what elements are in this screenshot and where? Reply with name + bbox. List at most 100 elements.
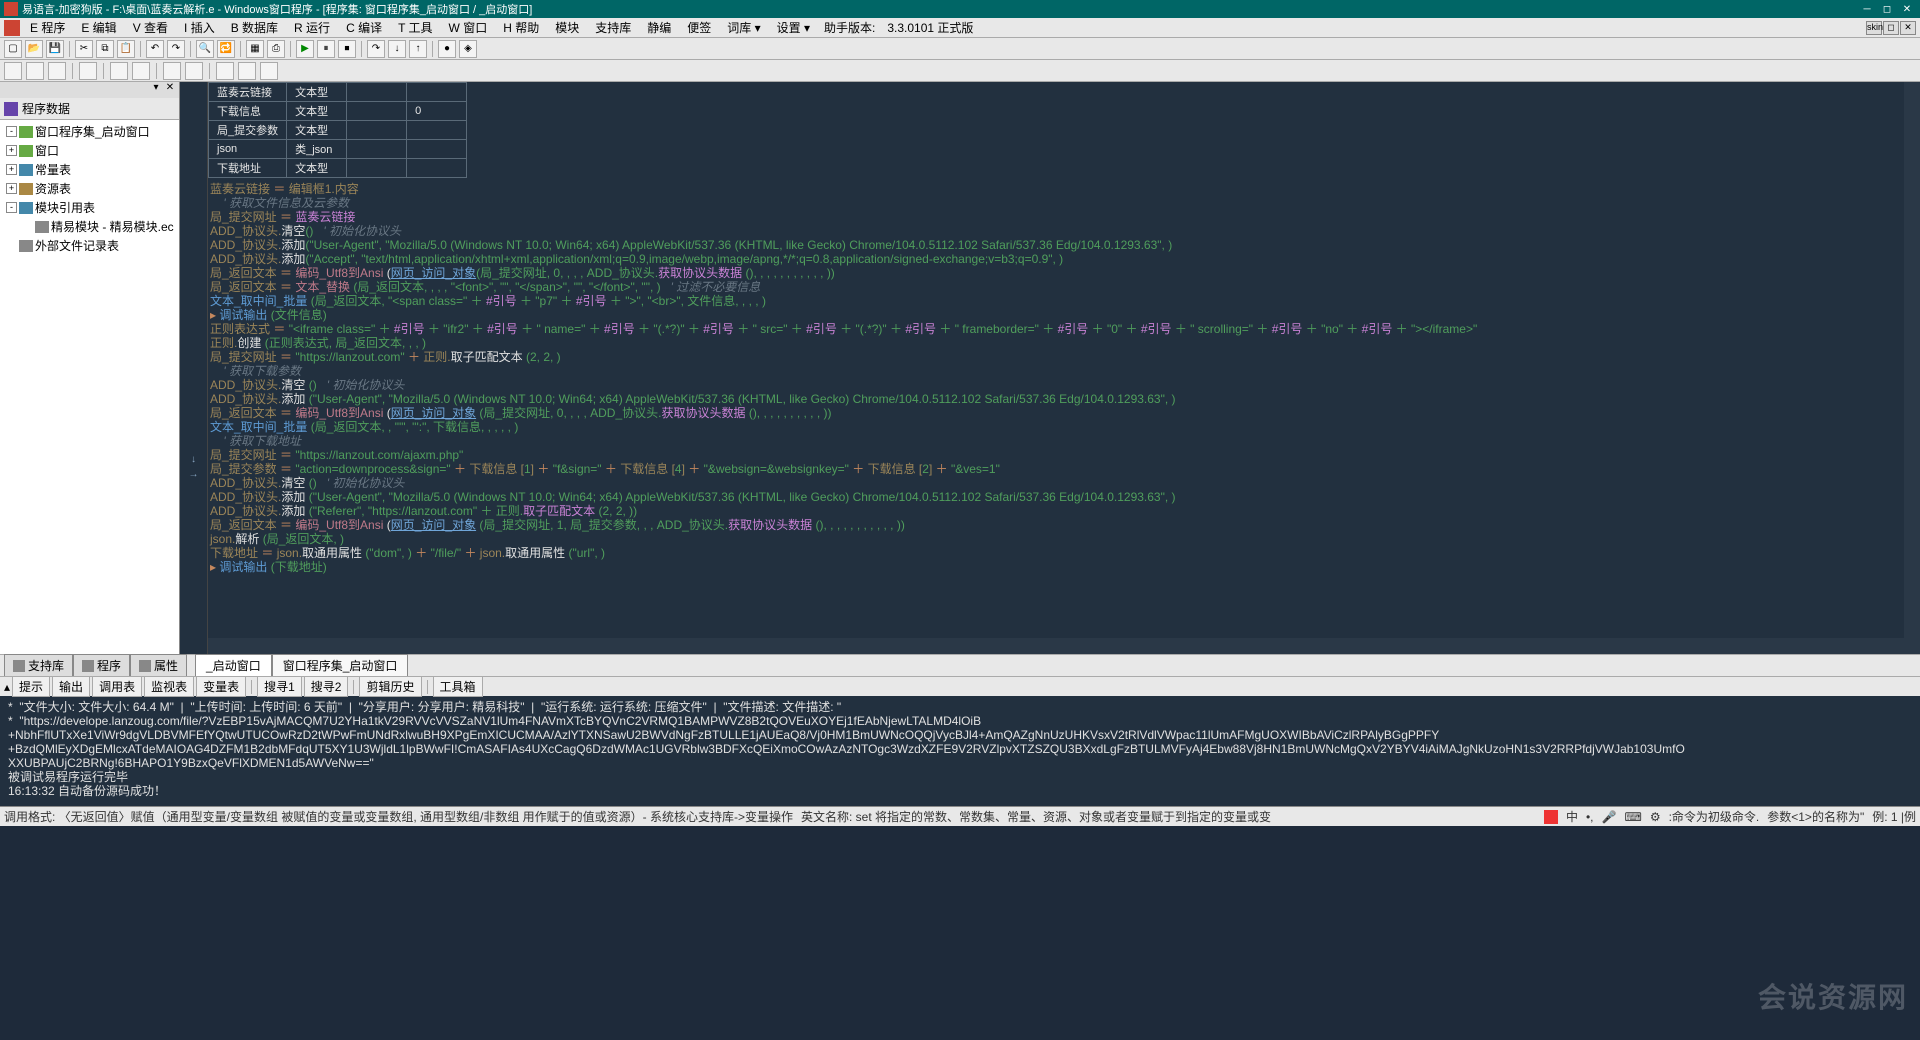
status-param-name: 参数<1>的名称为": [1767, 808, 1864, 825]
tab-support-lib[interactable]: 支持库: [4, 654, 73, 676]
tab-program[interactable]: 程序: [73, 654, 130, 676]
status-punct-icon[interactable]: •,: [1586, 810, 1594, 824]
outtab-vars[interactable]: 变量表: [196, 676, 246, 697]
code-editor[interactable]: 蓝奏云链接文本型下载信息文本型0局_提交参数文本型json类_json下载地址文…: [208, 82, 1920, 654]
menu-database[interactable]: B 数据库: [225, 18, 284, 37]
tool-6-icon[interactable]: [132, 62, 150, 80]
menu-support-lib[interactable]: 支持库: [589, 18, 637, 37]
tree-node[interactable]: 精易模块 - 精易模块.ec: [2, 217, 177, 236]
output-panel[interactable]: * "文件大小: 文件大小: 64.4 M" | "上传时间: 上传时间: 6 …: [0, 696, 1920, 806]
project-sidebar: ▾ ✕ 程序数据 -窗口程序集_启动窗口+窗口+常量表+资源表-模块引用表 精易…: [0, 82, 180, 654]
outtab-search2[interactable]: 搜寻2: [304, 676, 349, 697]
sidebar-close-icon[interactable]: ✕: [163, 82, 177, 98]
sidebar-dropdown-icon[interactable]: ▾: [149, 82, 163, 98]
tree-node[interactable]: +资源表: [2, 179, 177, 198]
main-toolbar: ▢ 📂 💾 ✂ ⧉ 📋 ↶ ↷ 🔍 🔁 ▦ ⎙ ▶ ⏸ ⏹ ↷ ↓ ↑ ● ◈: [0, 38, 1920, 60]
menu-view[interactable]: V 查看: [127, 18, 174, 37]
save-icon[interactable]: 💾: [46, 40, 64, 58]
tool-2-icon[interactable]: [26, 62, 44, 80]
tree-node[interactable]: +常量表: [2, 160, 177, 179]
horizontal-scrollbar[interactable]: [208, 638, 1904, 654]
step-into-icon[interactable]: ↓: [388, 40, 406, 58]
file-tab-startup[interactable]: _启动窗口: [195, 654, 272, 676]
tool-3-icon[interactable]: [48, 62, 66, 80]
run-icon[interactable]: ▶: [296, 40, 314, 58]
tool-10-icon[interactable]: [238, 62, 256, 80]
menu-window[interactable]: W 窗口: [443, 18, 494, 37]
menu-settings[interactable]: 设置 ▾: [771, 18, 816, 37]
maximize-button[interactable]: ◻: [1878, 2, 1896, 16]
tool-11-icon[interactable]: [260, 62, 278, 80]
step-over-icon[interactable]: ↷: [367, 40, 385, 58]
outtab-watch[interactable]: 监视表: [144, 676, 194, 697]
outtab-output[interactable]: 输出: [52, 676, 90, 697]
stop-icon[interactable]: ⏹: [338, 40, 356, 58]
find-icon[interactable]: 🔍: [196, 40, 214, 58]
replace-icon[interactable]: 🔁: [217, 40, 235, 58]
mdi-window-controls: skin ◻ ✕: [1866, 21, 1916, 35]
status-cmd-level: :命令为初级命令.: [1669, 808, 1760, 825]
mdi-restore[interactable]: ◻: [1883, 21, 1899, 35]
tool-7-icon[interactable]: [163, 62, 181, 80]
variable-table[interactable]: 蓝奏云链接文本型下载信息文本型0局_提交参数文本型json类_json下载地址文…: [208, 82, 467, 178]
menu-tools[interactable]: T 工具: [392, 18, 438, 37]
minimize-button[interactable]: ─: [1858, 2, 1876, 16]
menu-program[interactable]: E 程序: [24, 18, 71, 37]
undo-icon[interactable]: ↶: [146, 40, 164, 58]
project-icon: [4, 102, 18, 116]
outtab-calltable[interactable]: 调用表: [92, 676, 142, 697]
outtab-hint[interactable]: 提示: [12, 676, 50, 697]
new-icon[interactable]: ▢: [4, 40, 22, 58]
app-logo-icon: [4, 20, 20, 36]
outtab-cliphistory[interactable]: 剪辑历史: [359, 676, 421, 697]
secondary-toolbar: [0, 60, 1920, 82]
cut-icon[interactable]: ✂: [75, 40, 93, 58]
tool-9-icon[interactable]: [216, 62, 234, 80]
status-gear-icon[interactable]: ⚙: [1650, 810, 1661, 824]
status-eng-name: 英文名称: set 将指定的常数、常数集、常量、资源、对象或者变量赋于到指定的变…: [801, 808, 1271, 825]
project-tree[interactable]: -窗口程序集_启动窗口+窗口+常量表+资源表-模块引用表 精易模块 - 精易模块…: [0, 120, 179, 654]
mdi-minimize[interactable]: skin: [1866, 21, 1882, 35]
app-icon: [4, 2, 18, 16]
menu-help[interactable]: H 帮助: [497, 18, 545, 37]
status-keyboard-icon[interactable]: ⌨: [1624, 810, 1641, 824]
bookmark-icon[interactable]: ◈: [459, 40, 477, 58]
menu-static-compile[interactable]: 静编: [641, 18, 677, 37]
print-icon[interactable]: ⎙: [267, 40, 285, 58]
mdi-close[interactable]: ✕: [1900, 21, 1916, 35]
tool-1-icon[interactable]: [4, 62, 22, 80]
menu-compile[interactable]: C 编译: [340, 18, 388, 37]
outtab-search1[interactable]: 搜寻1: [257, 676, 302, 697]
tree-node[interactable]: +窗口: [2, 141, 177, 160]
vertical-scrollbar[interactable]: [1904, 82, 1920, 654]
ime-label: 中: [1566, 808, 1578, 825]
menu-lexicon[interactable]: 词库 ▾: [721, 18, 766, 37]
menu-insert[interactable]: I 插入: [178, 18, 221, 37]
redo-icon[interactable]: ↷: [167, 40, 185, 58]
tab-properties[interactable]: 属性: [130, 654, 187, 676]
tool-5-icon[interactable]: [110, 62, 128, 80]
menu-module[interactable]: 模块: [549, 18, 585, 37]
close-button[interactable]: ✕: [1898, 2, 1916, 16]
file-tab-procset[interactable]: 窗口程序集_启动窗口: [272, 654, 409, 676]
breakpoint-icon[interactable]: ●: [438, 40, 456, 58]
pause-icon[interactable]: ⏸: [317, 40, 335, 58]
menu-run[interactable]: R 运行: [288, 18, 336, 37]
ime-icon[interactable]: [1544, 810, 1558, 824]
paste-icon[interactable]: 📋: [117, 40, 135, 58]
menu-edit[interactable]: E 编辑: [75, 18, 122, 37]
tool-4-icon[interactable]: [79, 62, 97, 80]
step-out-icon[interactable]: ↑: [409, 40, 427, 58]
save2-icon[interactable]: ▦: [246, 40, 264, 58]
code-area[interactable]: 蓝奏云链接 ＝ 编辑框1.内容 ' 获取文件信息及云参数局_提交网址 ＝ 蓝奏云…: [208, 182, 1920, 574]
open-icon[interactable]: 📂: [25, 40, 43, 58]
tree-node[interactable]: -模块引用表: [2, 198, 177, 217]
copy-icon[interactable]: ⧉: [96, 40, 114, 58]
tool-8-icon[interactable]: [185, 62, 203, 80]
tree-node[interactable]: -窗口程序集_启动窗口: [2, 122, 177, 141]
status-mic-icon[interactable]: 🎤: [1602, 810, 1617, 824]
output-collapse-icon[interactable]: ▴: [4, 680, 10, 694]
tree-node[interactable]: 外部文件记录表: [2, 236, 177, 255]
outtab-toolbox[interactable]: 工具箱: [433, 676, 483, 697]
menu-notes[interactable]: 便签: [681, 18, 717, 37]
